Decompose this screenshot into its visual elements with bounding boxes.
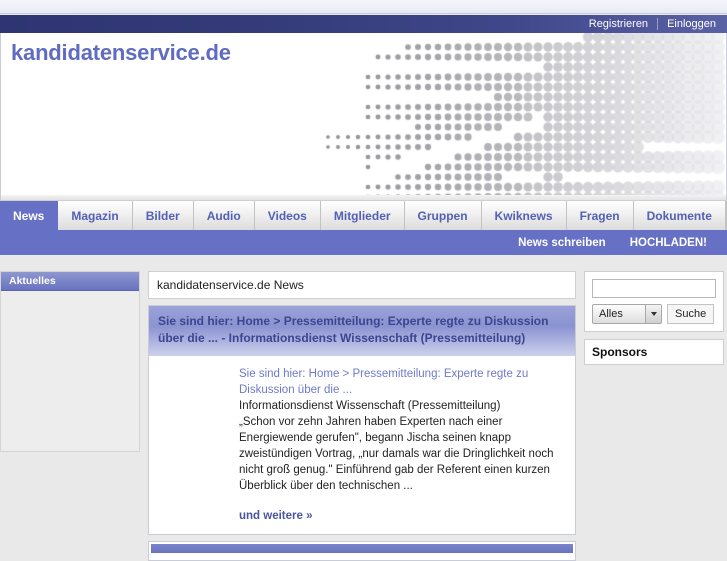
account-bar: Registrieren Einloggen <box>0 15 727 33</box>
nav-item-dokumente[interactable]: Dokumente <box>634 201 726 230</box>
aktuelles-panel-header: Aktuelles <box>1 272 139 291</box>
secondary-nav: News schreiben HOCHLADEN! <box>0 230 727 255</box>
nav-item-news[interactable]: News <box>0 201 58 230</box>
article-source: Informationsdienst Wissenschaft (Pressem… <box>239 398 563 414</box>
sidebar-right: Alles Suche Sponsors <box>584 271 724 365</box>
article-body: Sie sind hier: Home > Pressemitteilung: … <box>149 356 575 502</box>
article-excerpt: „Schon vor zehn Jahren haben Experten na… <box>239 414 563 494</box>
article-more-row: und weitere » <box>149 502 575 534</box>
upload-link[interactable]: HOCHLADEN! <box>618 237 719 249</box>
search-controls-row: Alles Suche <box>592 304 716 324</box>
write-news-link[interactable]: News schreiben <box>506 237 618 249</box>
aktuelles-panel-body <box>1 291 139 451</box>
site-header: kandidatenservice.de <box>0 33 727 200</box>
register-link[interactable]: Registrieren <box>580 15 657 33</box>
nav-item-fragen[interactable]: Fragen <box>567 201 634 230</box>
login-link[interactable]: Einloggen <box>658 15 725 33</box>
primary-nav: NewsMagazinBilderAudioVideosMitgliederGr… <box>0 200 727 230</box>
article-source-link[interactable]: Sie sind hier: Home > Pressemitteilung: … <box>239 368 528 396</box>
article-next-headline-bar <box>151 544 573 553</box>
article-headline[interactable]: Sie sind hier: Home > Pressemitteilung: … <box>149 306 575 356</box>
sponsors-panel-title: Sponsors <box>584 339 724 365</box>
nav-item-mitglieder[interactable]: Mitglieder <box>321 201 405 230</box>
und-weitere-link[interactable]: und weitere » <box>239 510 313 522</box>
chevron-down-icon[interactable] <box>645 305 661 323</box>
article-card-next[interactable] <box>148 541 576 561</box>
search-input[interactable] <box>592 279 716 298</box>
article-card[interactable]: Sie sind hier: Home > Pressemitteilung: … <box>148 305 576 535</box>
search-panel: Alles Suche <box>584 271 724 332</box>
sidebar-left: Aktuelles <box>0 271 140 452</box>
nav-item-videos[interactable]: Videos <box>255 201 321 230</box>
search-scope-label: Alles <box>593 308 645 320</box>
nav-item-gruppen[interactable]: Gruppen <box>405 201 482 230</box>
content-area: Aktuelles kandidatenservice.de News Sie … <box>0 255 727 545</box>
halftone-dots-graphic <box>326 33 726 200</box>
search-scope-select[interactable]: Alles <box>592 304 662 324</box>
search-button[interactable]: Suche <box>667 304 714 324</box>
nav-item-magazin[interactable]: Magazin <box>58 201 132 230</box>
page-root: Registrieren Einloggen kandidatenservice… <box>0 0 727 545</box>
article-thumbnail-placeholder <box>161 366 239 494</box>
article-text: Sie sind hier: Home > Pressemitteilung: … <box>239 366 563 494</box>
site-logo[interactable]: kandidatenservice.de <box>11 40 231 66</box>
nav-item-audio[interactable]: Audio <box>194 201 255 230</box>
nav-item-kwiknews[interactable]: Kwiknews <box>482 201 567 230</box>
nav-item-bilder[interactable]: Bilder <box>133 201 194 230</box>
page-title: kandidatenservice.de News <box>148 271 576 299</box>
main-column: kandidatenservice.de News Sie sind hier:… <box>148 271 576 561</box>
account-bar-divider <box>657 18 658 30</box>
top-strip <box>0 0 727 14</box>
